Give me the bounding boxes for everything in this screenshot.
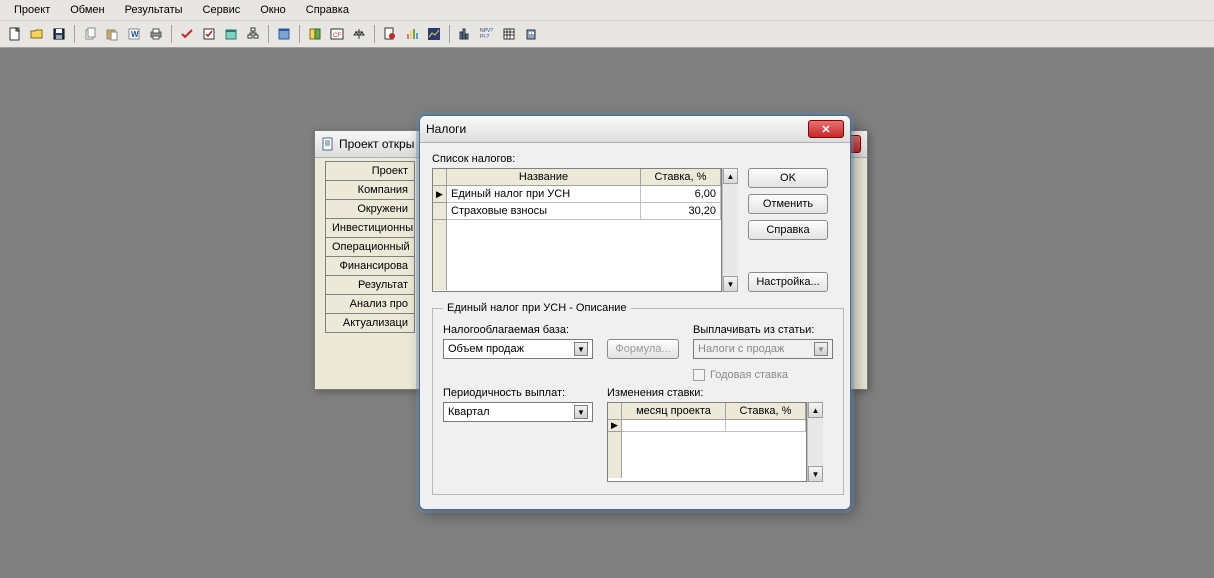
chart-line-icon[interactable] (425, 25, 443, 43)
check-red-icon[interactable] (178, 25, 196, 43)
copy-icon[interactable] (81, 25, 99, 43)
base-select[interactable]: Объем продаж ▼ (443, 339, 593, 359)
tax-row[interactable]: ▶ Единый налог при УСН 6,00 (433, 186, 721, 203)
save-icon[interactable] (50, 25, 68, 43)
help-button[interactable]: Справка (748, 220, 828, 240)
changes-table[interactable]: месяц проекта Ставка, % ▶ (607, 402, 807, 482)
word-icon[interactable]: W (125, 25, 143, 43)
pay-from-value: Налоги с продаж (698, 343, 784, 355)
tax-table-scrollbar[interactable]: ▲ ▼ (722, 168, 738, 292)
scroll-up-icon[interactable]: ▲ (723, 168, 738, 184)
doc-stamp-icon[interactable] (381, 25, 399, 43)
svg-text:CF: CF (333, 33, 341, 39)
tab-operational[interactable]: Операционный (325, 237, 415, 257)
checkbox-icon[interactable] (200, 25, 218, 43)
col-month: месяц проекта (622, 403, 726, 420)
base-label: Налогооблагаемая база: (443, 324, 593, 336)
paste-icon[interactable] (103, 25, 121, 43)
cf-icon[interactable]: CF (328, 25, 346, 43)
tax-table[interactable]: Название Ставка, % ▶ Единый налог при УС… (432, 168, 722, 292)
col-name: Название (447, 169, 641, 186)
row-marker-icon: ▶ (608, 420, 622, 432)
tab-analysis[interactable]: Анализ про (325, 294, 415, 314)
fieldset-legend: Единый налог при УСН - Описание (443, 302, 631, 314)
chevron-down-icon: ▼ (574, 342, 588, 356)
changes-label: Изменения ставки: (607, 387, 833, 399)
cancel-button[interactable]: Отменить (748, 194, 828, 214)
balance-icon[interactable] (350, 25, 368, 43)
new-icon[interactable] (6, 25, 24, 43)
tax-rate-cell[interactable]: 30,20 (641, 203, 721, 220)
open-icon[interactable] (28, 25, 46, 43)
sidebar: Проект Компания Окружени Инвестиционны О… (325, 161, 415, 332)
chevron-down-icon: ▼ (574, 405, 588, 419)
bars-icon[interactable] (456, 25, 474, 43)
window-icon[interactable] (275, 25, 293, 43)
col-rate2: Ставка, % (726, 403, 806, 420)
checkbox-icon (693, 369, 705, 381)
dialog-title: Налоги (426, 122, 466, 136)
changes-row[interactable]: ▶ (608, 420, 806, 432)
period-label: Периодичность выплат: (443, 387, 593, 399)
scroll-down-icon[interactable]: ▼ (723, 276, 738, 292)
chart-colored-icon[interactable] (403, 25, 421, 43)
tax-row[interactable]: Страховые взносы 30,20 (433, 203, 721, 220)
tab-actualization[interactable]: Актуализаци (325, 313, 415, 333)
table-icon[interactable] (500, 25, 518, 43)
menu-help[interactable]: Справка (298, 2, 357, 18)
tax-name-cell[interactable]: Единый налог при УСН (447, 186, 641, 203)
col-rate: Ставка, % (641, 169, 721, 186)
formula-button: Формула... (607, 339, 679, 359)
npv-icon[interactable]: NPV?PI-? (478, 25, 496, 43)
settings-button[interactable]: Настройка... (748, 272, 828, 292)
dialog-close-button[interactable]: ✕ (808, 120, 844, 138)
building-icon[interactable] (522, 25, 540, 43)
base-value: Объем продаж (448, 343, 524, 355)
tab-investment[interactable]: Инвестиционны (325, 218, 415, 238)
menu-service[interactable]: Сервис (195, 2, 249, 18)
tab-results[interactable]: Результат (325, 275, 415, 295)
ok-button[interactable]: OK (748, 168, 828, 188)
svg-text:PI-?: PI-? (480, 34, 489, 40)
tax-list-label: Список налогов: (432, 153, 838, 165)
print-icon[interactable] (147, 25, 165, 43)
project-title: Проект откры (339, 137, 414, 151)
taxes-dialog: Налоги ✕ Список налогов: Название Ставка… (419, 115, 851, 510)
tab-company[interactable]: Компания (325, 180, 415, 200)
tax-description-fieldset: Единый налог при УСН - Описание Налогооб… (432, 302, 844, 495)
scroll-up-icon[interactable]: ▲ (808, 402, 823, 418)
tax-rate-cell[interactable]: 6,00 (641, 186, 721, 203)
pay-from-select: Налоги с продаж ▼ (693, 339, 833, 359)
row-marker-icon: ▶ (433, 186, 447, 203)
org-icon[interactable] (244, 25, 262, 43)
calendar-icon[interactable] (222, 25, 240, 43)
menu-results[interactable]: Результаты (117, 2, 191, 18)
pay-from-label: Выплачивать из статьи: (693, 324, 833, 336)
menubar: Проект Обмен Результаты Сервис Окно Спра… (0, 0, 1214, 21)
menu-window[interactable]: Окно (252, 2, 294, 18)
annual-rate-checkbox: Годовая ставка (693, 369, 833, 381)
scroll-down-icon[interactable]: ▼ (808, 466, 823, 482)
period-select[interactable]: Квартал ▼ (443, 402, 593, 422)
book-yellow-icon[interactable] (306, 25, 324, 43)
menu-project[interactable]: Проект (6, 2, 58, 18)
svg-text:W: W (131, 30, 139, 39)
tab-environment[interactable]: Окружени (325, 199, 415, 219)
annual-rate-label: Годовая ставка (710, 369, 788, 381)
toolbar: W CF NPV?PI-? (0, 21, 1214, 48)
changes-scrollbar[interactable]: ▲ ▼ (807, 402, 823, 482)
period-value: Квартал (448, 406, 490, 418)
tab-project[interactable]: Проект (325, 161, 415, 181)
doc-icon (321, 137, 335, 151)
tab-financing[interactable]: Финансирова (325, 256, 415, 276)
tax-name-cell[interactable]: Страховые взносы (447, 203, 641, 220)
chevron-down-icon: ▼ (814, 342, 828, 356)
menu-exchange[interactable]: Обмен (62, 2, 112, 18)
dialog-titlebar[interactable]: Налоги ✕ (420, 116, 850, 143)
